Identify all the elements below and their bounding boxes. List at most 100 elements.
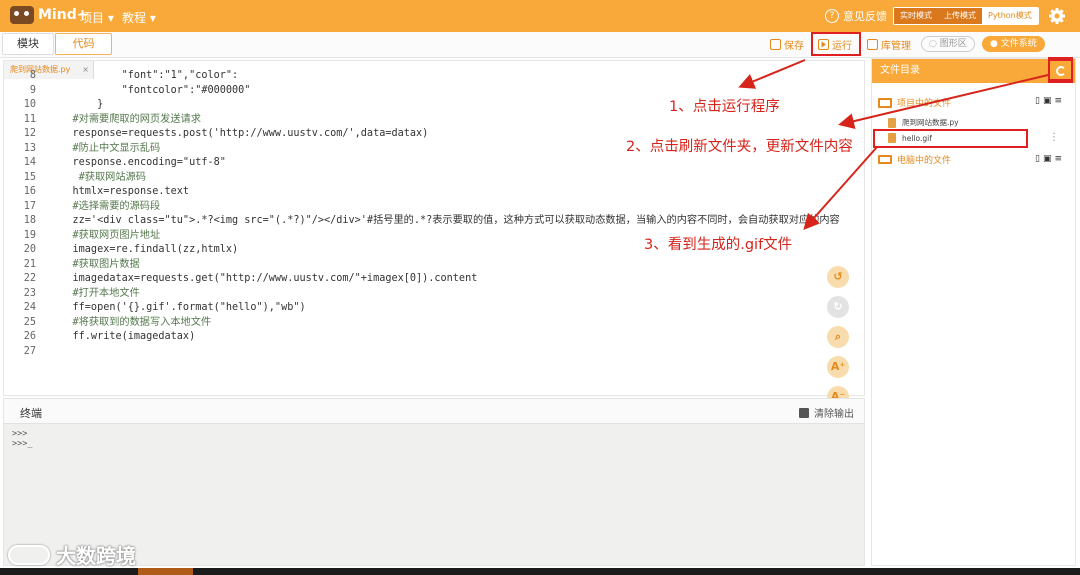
save-button[interactable]: 保存 bbox=[770, 37, 804, 52]
search-icon[interactable]: ⌕ bbox=[827, 326, 849, 348]
code-line: 25 #将获取到的数据写入本地文件 bbox=[4, 316, 834, 331]
code-text: response.encoding="utf-8" bbox=[48, 157, 226, 168]
file-system-label: 文件系统 bbox=[1000, 39, 1037, 49]
code-text: ff.write(imagedatax) bbox=[48, 331, 196, 342]
code-text: #获取网页图片地址 bbox=[48, 229, 161, 241]
save-label: 保存 bbox=[784, 41, 804, 52]
code-line: 18 zz='<div class="tu">.*?<img src="(.*?… bbox=[4, 214, 840, 229]
terminal-title: 终端 bbox=[20, 407, 42, 420]
question-icon: ? bbox=[825, 9, 839, 23]
file-system-button[interactable]: ● 文件系统 bbox=[982, 36, 1045, 52]
mode-switch: 实时模式 上传模式 Python模式 bbox=[893, 7, 1039, 25]
code-text: #打开本地文件 bbox=[48, 287, 140, 299]
line-number: 11 bbox=[23, 113, 36, 125]
run-highlight-box bbox=[811, 32, 861, 56]
line-number: 18 bbox=[23, 215, 36, 226]
redo-icon[interactable]: ↻ bbox=[827, 296, 849, 318]
code-line: 22 imagedatax=requests.get("http://www.u… bbox=[4, 272, 834, 287]
clear-icon bbox=[799, 407, 809, 418]
feedback-button[interactable]: ? 意见反馈 bbox=[825, 8, 887, 24]
menu-project[interactable]: 项目 ▾ bbox=[80, 9, 114, 26]
code-line: 21 #获取图片数据 bbox=[4, 258, 834, 273]
code-text: #获取图片数据 bbox=[48, 258, 140, 270]
code-line: 23 #打开本地文件 bbox=[4, 287, 834, 302]
line-number: 12 bbox=[23, 128, 36, 139]
mode-upload[interactable]: 上传模式 bbox=[938, 8, 982, 24]
save-icon bbox=[770, 39, 781, 50]
annotation-step2: 2、点击刷新文件夹，更新文件内容 bbox=[626, 139, 853, 155]
code-text: #将获取到的数据写入本地文件 bbox=[48, 316, 212, 328]
line-number: 25 bbox=[23, 316, 36, 328]
file-item[interactable]: 爬到网站数据.py bbox=[888, 117, 959, 128]
code-line: 26 ff.write(imagedatax) bbox=[4, 330, 834, 345]
line-number: 23 bbox=[23, 287, 36, 299]
code-text: ff=open('{}.gif'.format("hello"),"wb") bbox=[48, 302, 306, 313]
terminal-output[interactable]: >>> >>>_ bbox=[12, 429, 32, 449]
line-number: 9 bbox=[29, 84, 36, 96]
undo-icon[interactable]: ↺ bbox=[827, 266, 849, 288]
code-line: 16 htmlx=response.text bbox=[4, 185, 834, 200]
terminal-line: >>>_ bbox=[12, 439, 33, 449]
code-text: #获取网站源码 bbox=[48, 171, 146, 183]
code-text: "fontcolor":"#000000" bbox=[48, 84, 251, 96]
gear-icon[interactable] bbox=[1048, 7, 1066, 25]
mode-realtime[interactable]: 实时模式 bbox=[894, 8, 938, 24]
feedback-label: 意见反馈 bbox=[843, 10, 887, 23]
clear-output-button[interactable]: 清除输出 bbox=[799, 405, 854, 420]
computer-folder[interactable]: 电脑中的文件 bbox=[878, 153, 951, 166]
folder-icon bbox=[878, 97, 892, 108]
watermark-text: 大数跨境 bbox=[56, 544, 136, 568]
editor-toolbar: 模块 代码 保存 运行 库管理 ◌ 图形区 ● 文件系统 bbox=[0, 32, 1080, 58]
line-number: 26 bbox=[23, 331, 36, 342]
library-manager-label: 库管理 bbox=[881, 41, 911, 52]
taskbar-item[interactable] bbox=[138, 568, 193, 575]
refresh-highlight-box bbox=[1048, 57, 1073, 81]
line-number: 24 bbox=[23, 302, 36, 313]
line-number: 20 bbox=[23, 244, 36, 255]
more-icon[interactable]: ⋮ bbox=[1049, 132, 1059, 143]
file-directory-title: 文件目录 bbox=[880, 65, 920, 76]
menu-tutorial[interactable]: 教程 ▾ bbox=[122, 9, 156, 26]
line-number: 8 bbox=[29, 70, 36, 81]
annotation-step1: 1、点击运行程序 bbox=[669, 99, 780, 115]
monitor-icon bbox=[878, 155, 892, 164]
file-item-label: 爬到网站数据.py bbox=[902, 118, 959, 127]
project-folder-actions[interactable]: ▯▣≡ bbox=[1035, 96, 1065, 106]
watermark-logo-icon bbox=[8, 544, 50, 565]
library-icon bbox=[867, 39, 878, 50]
line-number: 10 bbox=[23, 99, 36, 110]
line-number: 15 bbox=[23, 171, 36, 183]
tab-blocks[interactable]: 模块 bbox=[2, 33, 54, 55]
library-manager-button[interactable]: 库管理 bbox=[867, 37, 911, 52]
code-line: 24 ff=open('{}.gif'.format("hello"),"wb"… bbox=[4, 301, 834, 316]
watermark: 大数跨境 bbox=[8, 540, 136, 569]
code-line: 17 #选择需要的源码段 bbox=[4, 200, 834, 215]
line-number: 27 bbox=[23, 345, 36, 357]
annotation-step3: 3、看到生成的.gif文件 bbox=[644, 237, 793, 253]
graphics-area-button[interactable]: ◌ 图形区 bbox=[921, 36, 975, 52]
code-text: "font":"1","color": bbox=[48, 70, 239, 81]
line-number: 22 bbox=[23, 273, 36, 284]
computer-folder-actions[interactable]: ▯▣≡ bbox=[1035, 154, 1065, 164]
menu-project-label: 项目 bbox=[80, 11, 105, 25]
project-folder-label: 项目中的文件 bbox=[897, 99, 952, 109]
code-text: #选择需要的源码段 bbox=[48, 200, 161, 212]
code-text: response=requests.post('http://www.uustv… bbox=[48, 128, 429, 139]
tab-code[interactable]: 代码 bbox=[55, 33, 112, 55]
code-text: imagex=re.findall(zz,htmlx) bbox=[48, 244, 239, 255]
project-folder[interactable]: 项目中的文件 bbox=[878, 96, 951, 109]
mode-python[interactable]: Python模式 bbox=[982, 8, 1038, 24]
code-line: 27 bbox=[4, 345, 834, 360]
code-line: 15 #获取网站源码 bbox=[4, 171, 834, 186]
app-logo[interactable]: Mind+ bbox=[10, 6, 88, 24]
font-increase-icon[interactable]: A⁺ bbox=[827, 356, 849, 378]
code-text: } bbox=[48, 99, 104, 110]
graphics-area-label: 图形区 bbox=[939, 39, 967, 49]
gif-highlight-box bbox=[873, 129, 1028, 148]
code-text: htmlx=response.text bbox=[48, 186, 190, 197]
file-icon bbox=[888, 117, 896, 128]
terminal-line: >>> bbox=[12, 429, 28, 439]
code-text: #对需要爬取的网页发送请求 bbox=[48, 113, 201, 125]
code-text: zz='<div class="tu">.*?<img src="(.*?)"/… bbox=[48, 215, 840, 226]
code-text: #防止中文显示乱码 bbox=[48, 142, 161, 154]
